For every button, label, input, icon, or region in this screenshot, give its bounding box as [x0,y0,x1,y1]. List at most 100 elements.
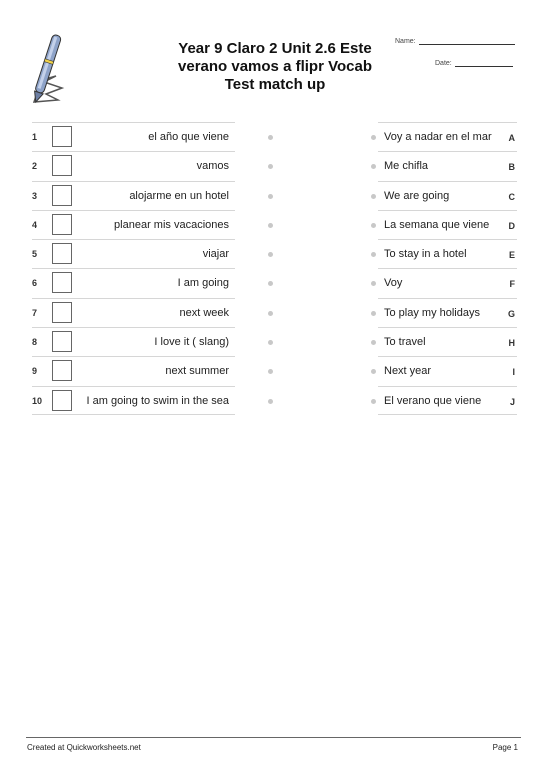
match-row-right: To play my holidays G [371,297,517,327]
answer-box[interactable] [52,360,72,382]
title-line: Test match up [224,76,326,93]
connector-dot-icon[interactable] [268,340,273,346]
name-label: Name: [395,38,416,45]
title-line: Year 9 Claro 2 Unit 2.6 Este [178,40,372,57]
item-letter: J [509,396,515,407]
connector-dot-icon[interactable] [268,281,273,287]
connector-dot-icon[interactable] [268,310,273,316]
match-row-left: 10 I am going to swim in the sea [32,385,273,415]
name-field: Name: [395,38,515,45]
match-row-right: To stay in a hotel E [371,239,517,268]
match-row-left: 3 alojarme en un hotel [32,180,273,210]
item-number: 3 [32,190,38,201]
term-left: I love it ( slang) [154,336,229,349]
item-number: 2 [32,161,38,172]
answer-box[interactable] [52,301,72,323]
item-letter: E [508,250,515,261]
term-right: We are going [384,189,450,202]
connector-dot-icon[interactable] [268,164,273,170]
connector-dot-icon[interactable] [371,222,376,228]
term-right: Voy a nadar en el mar [384,131,492,143]
answer-box[interactable] [52,184,72,206]
item-letter: C [508,191,516,202]
title-line: verano vamos a flipr Vocab [178,58,372,75]
item-number: 5 [32,249,38,260]
term-right: La semana que viene [384,218,490,231]
item-number: 9 [32,366,38,377]
answer-box[interactable] [52,213,72,235]
item-number: 7 [32,307,38,318]
match-row-left: 9 next summer [32,356,273,385]
name-line[interactable] [418,44,515,45]
connector-dot-icon[interactable] [268,369,273,375]
match-row-left: 2 vamos [32,151,273,180]
match-row-left: 1 el año que viene [32,122,273,151]
connector-dot-icon[interactable] [371,369,376,375]
item-letter: F [509,279,516,290]
term-right: To play my holidays [384,306,480,319]
answer-box[interactable] [52,331,72,353]
footer-divider [26,737,521,738]
answer-box[interactable] [52,272,72,294]
term-left: planear mis vacaciones [114,218,229,231]
term-left: next week [179,306,229,319]
date-line[interactable] [454,66,513,67]
right-column: Voy a nadar en el mar A Me chifla B We are g… [371,122,517,415]
item-letter: A [508,133,516,143]
match-row-right: Voy F [371,268,517,297]
item-number: 6 [32,278,38,289]
match-row-right: Voy a nadar en el mar A [371,122,517,151]
match-row-left: 8 I love it ( slang) [32,327,273,356]
date-label: Date: [435,60,452,67]
item-number: 8 [32,337,38,348]
item-letter: B [508,162,516,173]
match-row-right: El verano que viene J [371,385,517,415]
match-row-right: Me chifla B [371,151,517,180]
answer-box[interactable] [52,126,72,147]
connector-dot-icon[interactable] [371,281,376,287]
item-letter: D [508,220,516,231]
page-number: Page 1 [492,743,518,752]
match-row-left: 5 viajar [32,239,273,268]
match-row-right: La semana que viene D [371,209,517,239]
answer-box[interactable] [52,243,72,265]
item-letter: H [508,338,516,349]
connector-dot-icon[interactable] [268,222,273,228]
connector-dot-icon[interactable] [371,164,376,170]
item-letter: G [507,308,515,319]
term-left: alojarme en un hotel [129,189,229,202]
match-row-right: Next year I [371,356,517,385]
connector-dot-icon[interactable] [371,135,376,140]
term-right: To travel [384,336,426,349]
match-row-right: To travel H [371,327,517,356]
worksheet-title: Year 9 Claro 2 Unit 2.6 Este verano vamo… [160,40,390,94]
pen-icon [32,34,65,104]
match-row-left: 7 next week [32,297,273,327]
connector-dot-icon[interactable] [371,252,376,258]
connector-dot-icon[interactable] [268,398,273,404]
term-left: I am going to swim in the sea [86,394,229,407]
connector-dot-icon[interactable] [268,252,273,258]
term-left: viajar [202,248,229,261]
connector-dot-icon[interactable] [371,310,376,316]
connector-dot-icon[interactable] [371,398,376,404]
term-right: Me chifla [384,160,429,173]
match-row-left: 6 I am going [32,268,273,297]
item-number: 4 [32,219,38,230]
item-number: 1 [32,132,38,142]
term-right: Voy [384,277,403,290]
item-number: 10 [32,395,43,406]
connector-dot-icon[interactable] [371,340,376,346]
term-right: El verano que viene [384,394,482,407]
match-row-right: We are going C [371,180,517,210]
connector-dot-icon[interactable] [268,135,273,140]
connector-dot-icon[interactable] [268,193,273,199]
term-right: To stay in a hotel [384,248,467,261]
answer-box[interactable] [52,155,72,177]
term-left: I am going [177,277,229,290]
answer-box[interactable] [52,389,72,411]
date-field: Date: [435,60,513,67]
term-right: Next year [384,365,432,378]
connector-dot-icon[interactable] [371,193,376,199]
term-left: el año que viene [148,131,229,143]
